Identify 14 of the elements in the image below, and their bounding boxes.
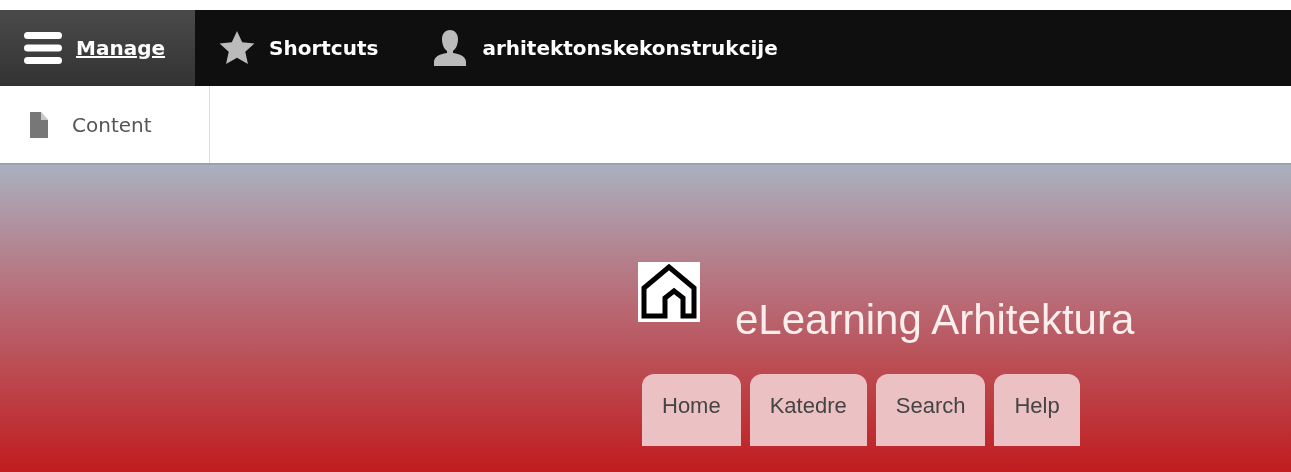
nav-tab[interactable]: Home xyxy=(642,374,741,446)
toolbar-tab[interactable]: Shortcuts xyxy=(195,10,409,86)
nav-tab[interactable]: Search xyxy=(875,374,986,446)
house-logo-icon[interactable] xyxy=(638,262,700,322)
menu-icon xyxy=(24,31,62,65)
nav-tab[interactable]: Help xyxy=(994,374,1080,446)
nav-tab[interactable]: Katedre xyxy=(749,374,867,446)
user-icon xyxy=(432,30,469,66)
site-title: eLearning Arhitektura xyxy=(735,296,1135,344)
document-icon xyxy=(30,111,48,138)
toolbar-tab[interactable]: arhitektonskekonstrukcije xyxy=(408,10,808,86)
toolbar-tab[interactable]: Manage xyxy=(0,10,195,86)
tray-item[interactable]: Content xyxy=(0,86,210,163)
star-icon xyxy=(219,31,255,65)
